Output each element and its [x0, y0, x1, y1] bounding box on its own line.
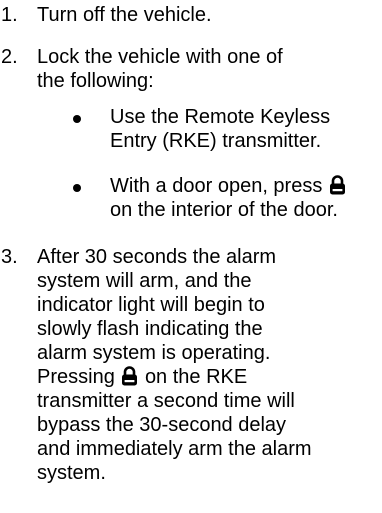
- step-text-line: system will arm, and the: [37, 270, 252, 292]
- step-text-line: transmitter a second time will: [37, 390, 295, 412]
- bullet-item: Use the Remote Keyless Entry (RKE) trans…: [110, 105, 330, 153]
- step-number: 3.: [1, 246, 18, 268]
- step-number: 2.: [1, 46, 18, 68]
- step-text-line: indicator light will begin to: [37, 294, 265, 316]
- bullet-text-line: Use the Remote Keyless: [110, 106, 331, 128]
- bullet-icon: [73, 115, 81, 123]
- step-text-line: the following:: [37, 70, 154, 92]
- step-text: Turn off the vehicle.: [37, 4, 212, 26]
- step-text-line: After 30 seconds the alarm: [37, 246, 277, 268]
- bullet-text-line: on the interior of the door.: [110, 199, 338, 221]
- step-text-line: and immediately arm the alarm: [37, 438, 312, 460]
- step-text-line: slowly flash indicating the: [37, 318, 263, 340]
- bullet-icon: [73, 184, 81, 192]
- step-text-line: bypass the 30-second delay: [37, 414, 287, 436]
- step-text-line: alarm system is operating.: [37, 342, 271, 364]
- step-text-line: Lock the vehicle with one of: [37, 46, 283, 68]
- step-text-line: system.: [37, 462, 106, 484]
- bullet-text: With a door open, press: [110, 175, 323, 197]
- step-number: 1.: [1, 4, 18, 26]
- step-text: on the RKE: [144, 366, 248, 388]
- bullet-text-line: Entry (RKE) transmitter.: [110, 130, 322, 152]
- bullet-item: With a door open, press on the interior …: [110, 174, 347, 222]
- step-text: Pressing: [37, 366, 115, 388]
